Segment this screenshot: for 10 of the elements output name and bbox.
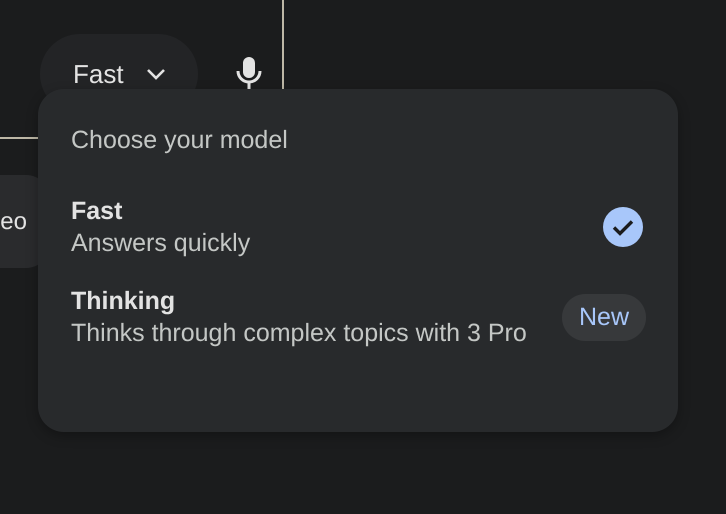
model-option[interactable]: Fast Answers quickly — [71, 195, 646, 259]
option-name: Thinking — [71, 286, 176, 317]
option-description: Answers quickly — [71, 228, 250, 259]
option-name: Fast — [71, 196, 122, 227]
chevron-down-icon — [146, 68, 166, 80]
new-badge: New — [562, 294, 646, 340]
model-option[interactable]: Thinking Thinks through complex topics with 3 Pro New — [71, 285, 646, 349]
menu-title: Choose your model — [71, 125, 288, 155]
microphone-icon[interactable] — [236, 56, 262, 90]
option-description: Thinks through complex topics with 3 Pro — [71, 318, 527, 349]
